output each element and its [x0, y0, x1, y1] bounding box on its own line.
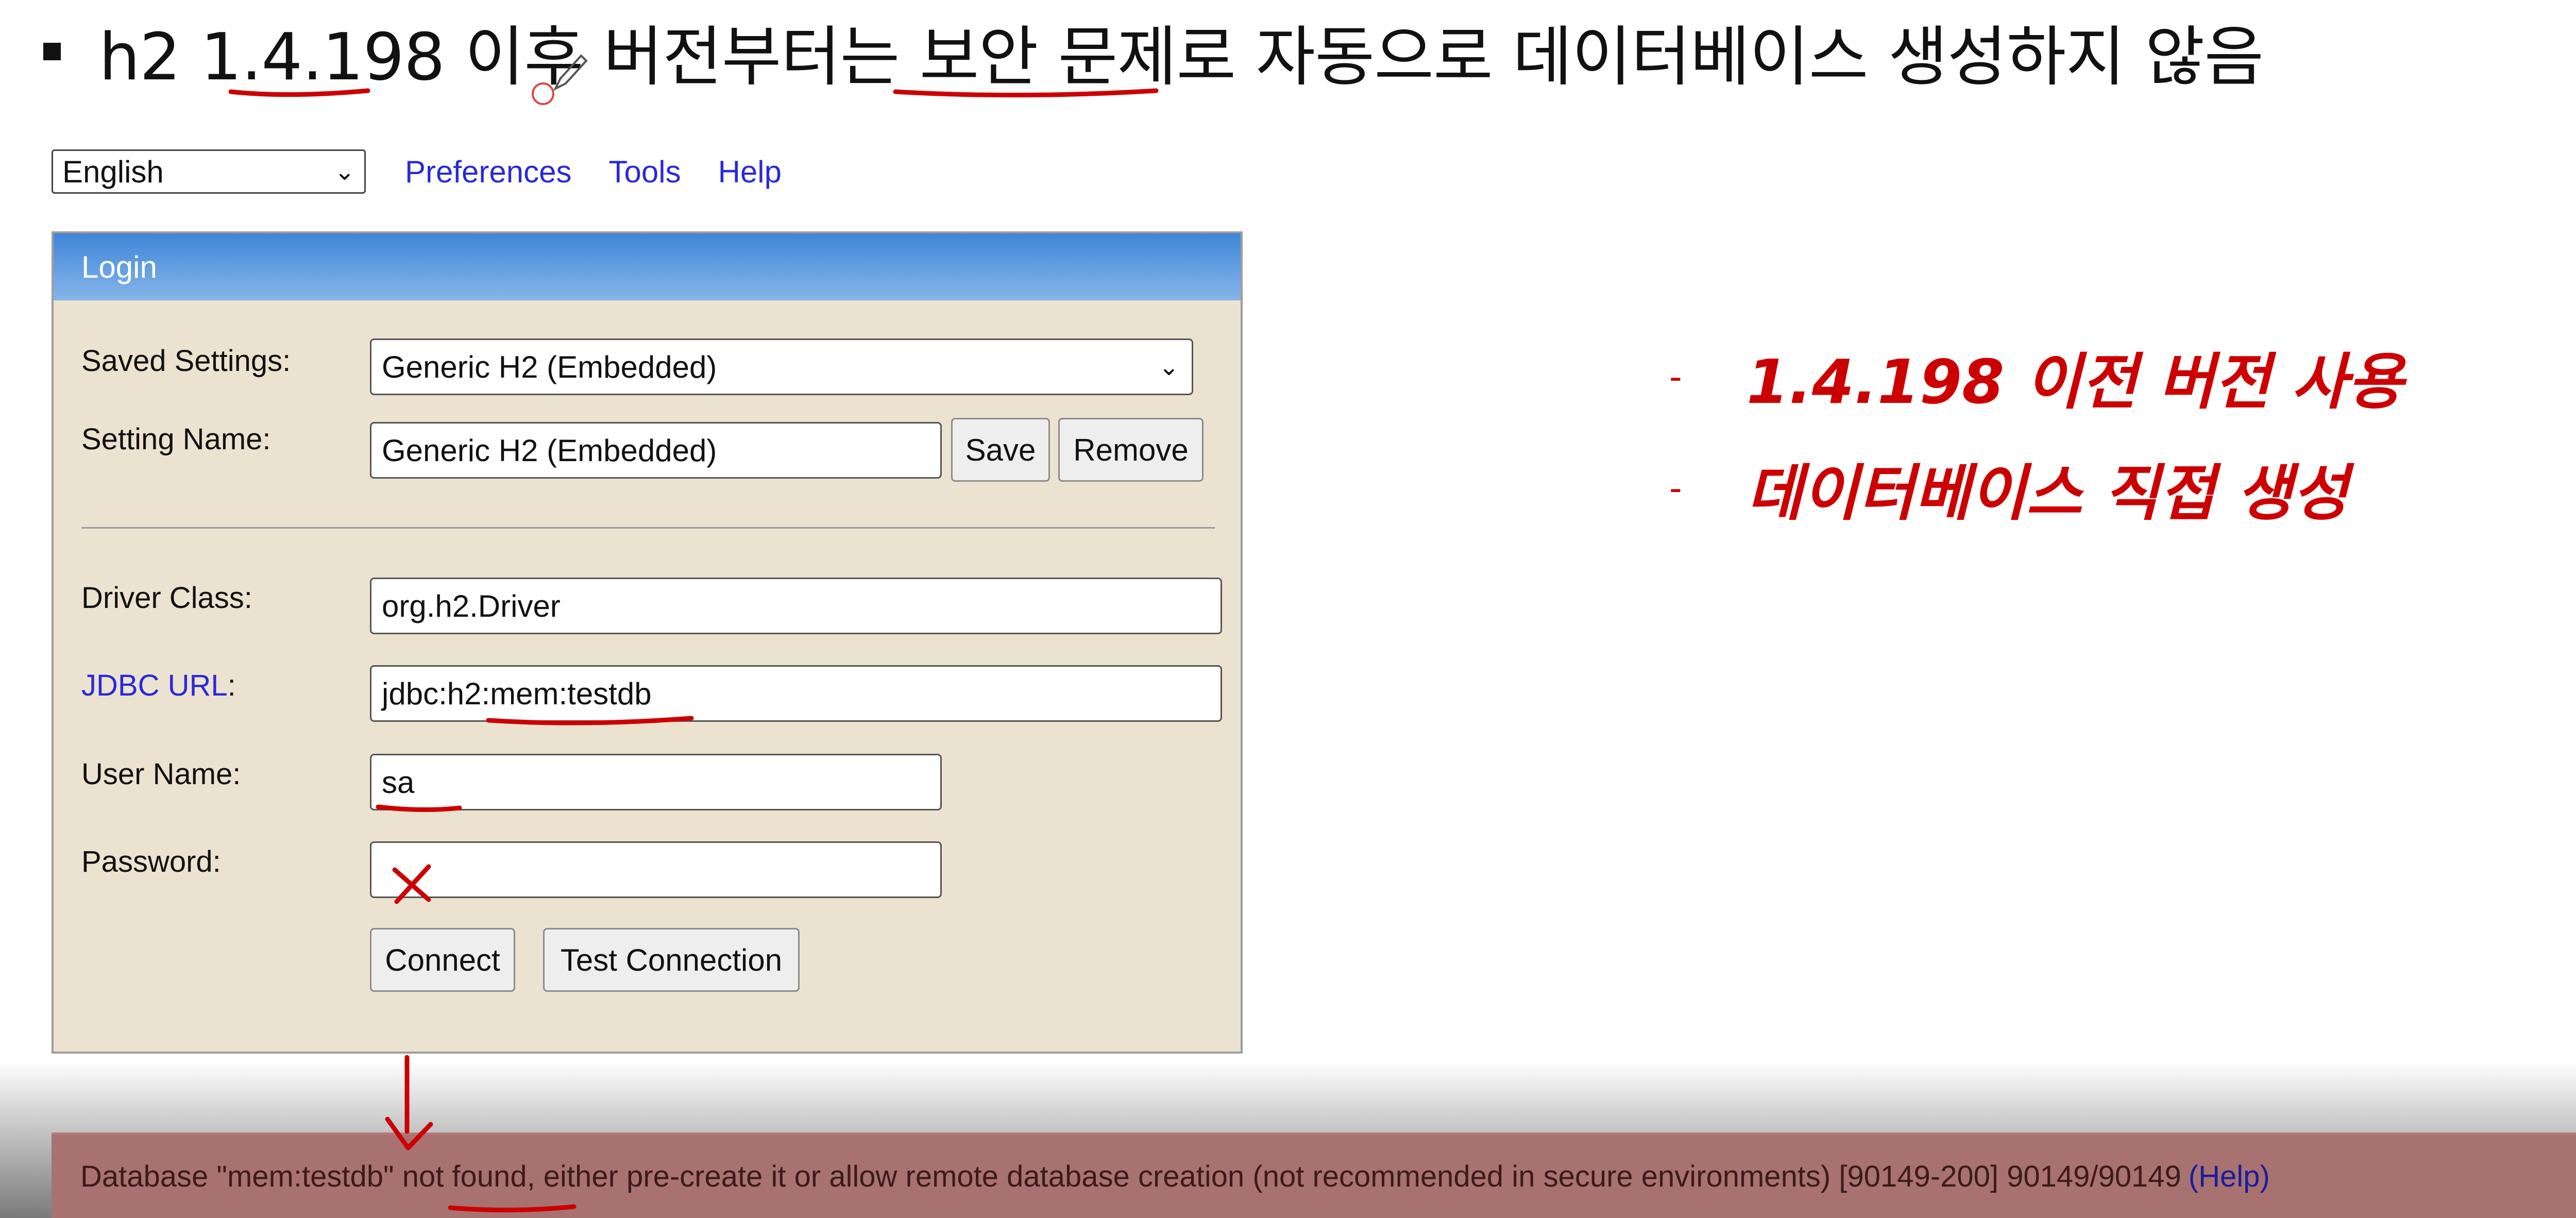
language-select[interactable]: English ⌄	[52, 149, 366, 194]
slide-title-row: h2 1.4.198 이후 버전부터는 보안 문제로 자동으로 데이터베이스 생…	[43, 13, 2264, 95]
login-panel: Login Saved Settings: Generic H2 (Embedd…	[52, 231, 1243, 1054]
note-item: - 데이터베이스 직접 생성	[1669, 446, 2403, 529]
divider	[81, 527, 1215, 529]
save-button[interactable]: Save	[951, 418, 1050, 482]
connect-button[interactable]: Connect	[370, 928, 515, 992]
user-name-input[interactable]: sa	[370, 754, 942, 810]
jdbc-url-input[interactable]: jdbc:h2:mem:testdb	[370, 665, 1222, 722]
jdbc-url-colon: :	[227, 669, 236, 702]
note-text: 1.4.198 이전 버전 사용	[1747, 346, 2403, 417]
tools-link[interactable]: Tools	[609, 154, 681, 190]
login-header: Login	[54, 233, 1241, 300]
saved-settings-select[interactable]: Generic H2 (Embedded) ⌄	[370, 339, 1193, 395]
note-dash: -	[1669, 466, 1682, 509]
error-help-link[interactable]: (Help)	[2189, 1160, 2270, 1193]
test-connection-button[interactable]: Test Connection	[543, 928, 800, 992]
note-item: - 1.4.198 이전 버전 사용	[1669, 335, 2403, 417]
notes-list: - 1.4.198 이전 버전 사용 - 데이터베이스 직접 생성	[1669, 335, 2403, 557]
error-message: Database "mem:testdb" not found, either …	[80, 1159, 2270, 1194]
saved-settings-label: Saved Settings:	[81, 344, 291, 378]
note-text: 데이터베이스 직접 생성	[1747, 457, 2348, 529]
jdbc-url-label: JDBC URL:	[81, 668, 236, 703]
setting-name-input[interactable]: Generic H2 (Embedded)	[370, 422, 942, 479]
note-dash: -	[1669, 354, 1682, 398]
password-label: Password:	[81, 845, 221, 878]
user-name-label: User Name:	[81, 757, 241, 791]
preferences-link[interactable]: Preferences	[405, 154, 572, 190]
saved-settings-value: Generic H2 (Embedded)	[382, 349, 717, 384]
chevron-down-icon: ⌄	[334, 158, 355, 185]
setting-name-label: Setting Name:	[81, 422, 271, 456]
jdbc-url-help-link[interactable]: JDBC URL	[81, 669, 228, 702]
driver-class-label: Driver Class:	[81, 581, 252, 615]
error-message-text: Database "mem:testdb" not found, either …	[80, 1159, 2181, 1193]
password-input[interactable]	[370, 841, 942, 898]
error-message-bar: Database "mem:testdb" not found, either …	[52, 1132, 2576, 1218]
language-select-value: English	[62, 154, 164, 189]
chevron-down-icon: ⌄	[1158, 353, 1179, 381]
top-nav: English ⌄ Preferences Tools Help	[52, 147, 782, 196]
remove-button[interactable]: Remove	[1058, 418, 1204, 482]
help-link[interactable]: Help	[718, 154, 782, 190]
bullet-square-icon	[43, 43, 61, 60]
driver-class-input[interactable]: org.h2.Driver	[370, 578, 1222, 634]
slide-title: h2 1.4.198 이후 버전부터는 보안 문제로 자동으로 데이터베이스 생…	[99, 19, 2264, 95]
